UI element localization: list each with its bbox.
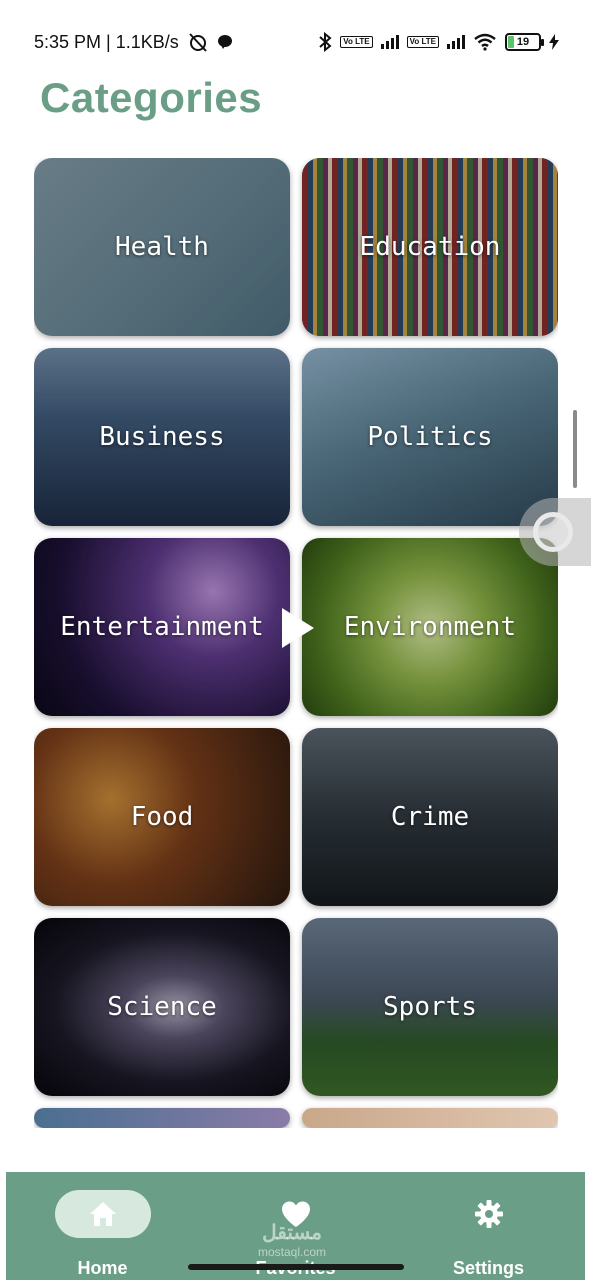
gesture-navigation-bar[interactable] <box>188 1264 404 1270</box>
chat-bubble-icon <box>217 35 232 49</box>
category-card-partial-2[interactable] <box>302 1108 558 1128</box>
category-label: Food <box>130 802 194 832</box>
category-label: Education <box>359 232 501 262</box>
category-card-food[interactable]: Food <box>34 728 290 906</box>
volte-badge-1: Vo LTE <box>340 36 373 48</box>
category-card-sports[interactable]: Sports <box>302 918 558 1096</box>
battery-indicator: 19 <box>505 33 544 51</box>
play-icon <box>282 608 314 648</box>
category-card-environment[interactable]: Environment <box>302 538 558 716</box>
nav-label-home: Home <box>77 1258 128 1278</box>
category-label: Science <box>107 992 217 1022</box>
category-label: Crime <box>390 802 470 832</box>
status-right: Vo LTE Vo LTE 19 <box>318 32 559 52</box>
wifi-icon <box>474 33 496 51</box>
nav-item-settings[interactable]: Settings <box>414 1190 564 1279</box>
category-card-politics[interactable]: Politics <box>302 348 558 526</box>
status-bar: 5:35 PM | 1.1KB/s Vo LTE Vo LTE 19 <box>0 0 591 64</box>
battery-level: 19 <box>516 36 530 48</box>
bluetooth-icon <box>319 32 332 52</box>
category-label: Politics <box>367 422 493 452</box>
battery-fill <box>508 36 515 48</box>
nav-label-settings: Settings <box>452 1258 524 1278</box>
category-card-crime[interactable]: Crime <box>302 728 558 906</box>
signal-icon-2 <box>447 35 465 49</box>
category-card-education[interactable]: Education <box>302 158 558 336</box>
category-label: Entertainment <box>60 612 264 642</box>
watermark: مستقل mostaql.com <box>258 1220 326 1259</box>
category-label: Sports <box>383 992 477 1022</box>
category-card-science[interactable]: Science <box>34 918 290 1096</box>
nav-item-home[interactable]: Home <box>28 1190 178 1279</box>
category-label: Business <box>99 422 225 452</box>
floating-assistive-handle[interactable] <box>519 498 591 566</box>
status-time-speed: 5:35 PM | 1.1KB/s <box>34 31 179 52</box>
category-label: Health <box>115 232 209 262</box>
gear-icon <box>474 1200 503 1228</box>
signal-icon-1 <box>380 35 399 49</box>
status-left: 5:35 PM | 1.1KB/s <box>34 32 233 53</box>
page-title: Categories <box>40 74 263 121</box>
partial-image <box>34 1108 290 1128</box>
watermark-text: مستقل <box>262 1222 322 1244</box>
category-label: Environment <box>343 612 517 642</box>
category-card-health[interactable]: Health <box>34 158 290 336</box>
category-card-partial-1[interactable] <box>34 1108 290 1128</box>
volte-badge-2: Vo LTE <box>406 36 439 48</box>
watermark-subtext: mostaql.com <box>258 1245 327 1259</box>
alarm-off-icon <box>189 33 207 52</box>
assistive-ring-icon <box>533 512 573 552</box>
category-card-entertainment[interactable]: Entertainment <box>34 538 290 716</box>
scrollbar-thumb[interactable] <box>573 410 577 488</box>
partial-image <box>302 1108 558 1128</box>
charging-bolt-icon <box>549 34 559 50</box>
home-icon-pill <box>54 1190 151 1238</box>
category-card-business[interactable]: Business <box>34 348 290 526</box>
gear-icon-wrap <box>441 1190 537 1238</box>
home-icon <box>89 1202 116 1226</box>
